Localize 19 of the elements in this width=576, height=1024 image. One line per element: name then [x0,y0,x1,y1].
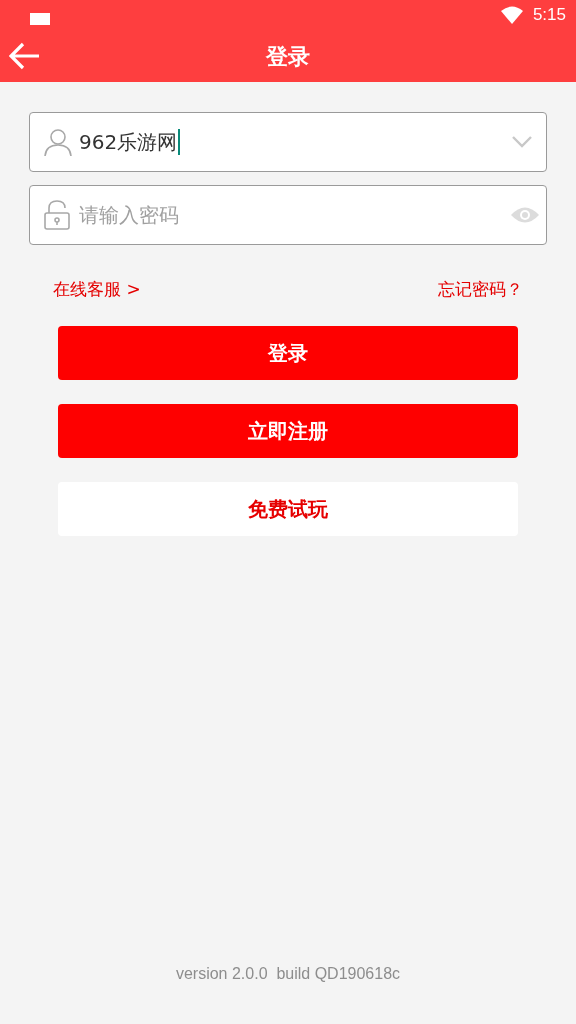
lock-icon [44,200,70,230]
username-field[interactable]: 962乐游网 [29,112,547,172]
user-icon [44,128,72,156]
forgot-password-link[interactable]: 忘记密码？ [438,277,523,303]
support-link[interactable]: 在线客服 > [53,277,141,303]
action-button[interactable]: 立即注册 [58,403,518,458]
action-button[interactable]: 登录 [58,325,518,380]
eye-icon[interactable] [510,206,540,224]
chevron-down-icon[interactable] [512,136,532,148]
version-text: version 2.0.0 build QD190618c [175,964,401,984]
password-input[interactable]: 请输入密码 [79,200,510,230]
trial-button[interactable]: 免费试玩 [58,481,518,536]
clock: 5:15 [532,4,566,27]
page-title: 登录 [266,42,310,71]
notification-icon [30,13,50,25]
wifi-icon [500,6,523,24]
password-field[interactable]: 请输入密码 [29,185,547,245]
username-value: 962乐游网 [79,129,181,155]
back-button[interactable] [8,40,42,72]
